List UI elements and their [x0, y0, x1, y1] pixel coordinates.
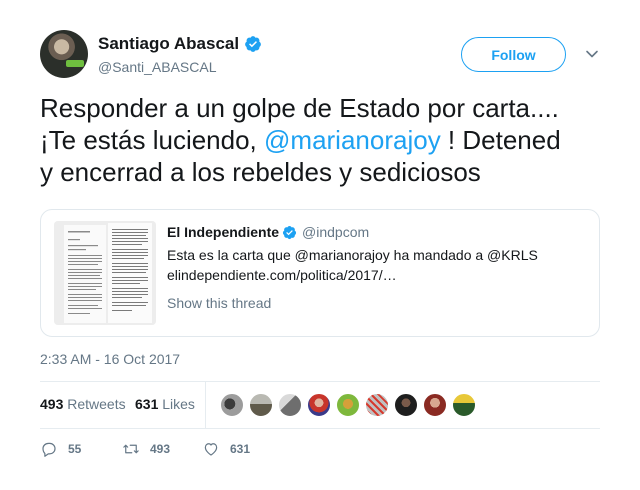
stats-separator — [205, 382, 206, 428]
reply-count: 55 — [68, 442, 82, 456]
heart-icon — [204, 443, 218, 456]
quoted-author-handle[interactable]: @indpcom — [302, 224, 369, 240]
liker-avatar-icon[interactable] — [394, 393, 418, 417]
likes-stat[interactable]: 631 Likes — [135, 396, 195, 412]
chevron-down-icon[interactable] — [585, 47, 599, 61]
verified-badge-icon — [245, 36, 261, 52]
tweet-text-line: ¡Te estás luciendo, @marianorajoy ! Dete… — [40, 124, 605, 156]
tweet-text-segment: ¡Te estás luciendo, — [40, 125, 265, 155]
mention-link[interactable]: @marianorajoy — [264, 125, 441, 155]
tweet-timestamp[interactable]: 2:33 AM - 16 Oct 2017 — [40, 351, 180, 367]
tweet-actions: 55 493 631 — [40, 440, 600, 462]
reply-button[interactable]: 55 — [40, 440, 81, 458]
quoted-text-line: Esta es la carta que @marianorajoy ha ma… — [167, 247, 538, 263]
quoted-tweet-body: El Independiente @indpcom Esta es la car… — [167, 222, 587, 311]
like-count: 631 — [230, 442, 251, 456]
author-info: Santiago Abascal @Santi_ABASCAL — [98, 32, 262, 75]
document-image-icon — [54, 221, 156, 325]
tweet-text-line: y encerrad a los rebeldes y sediciosos — [40, 157, 481, 187]
liker-avatar-icon[interactable] — [336, 393, 360, 417]
retweet-button[interactable]: 493 — [122, 440, 170, 458]
liker-avatar-icon[interactable] — [365, 393, 389, 417]
retweets-stat[interactable]: 493 Retweets — [40, 396, 126, 412]
liker-avatar-icon[interactable] — [220, 393, 244, 417]
show-thread-link[interactable]: Show this thread — [167, 295, 587, 311]
reply-icon — [42, 442, 56, 457]
tweet-text: Responder a un golpe de Estado por carta… — [40, 92, 605, 188]
retweet-icon — [123, 444, 139, 454]
quoted-tweet[interactable]: El Independiente @indpcom Esta es la car… — [40, 209, 600, 337]
tweet-text-segment: ! Detened — [440, 125, 561, 155]
liker-avatars — [220, 393, 481, 417]
quoted-text-line: elindependiente.com/politica/2017/… — [167, 267, 397, 283]
liker-avatar-icon[interactable] — [423, 393, 447, 417]
liker-avatar-icon[interactable] — [249, 393, 273, 417]
liker-avatar-icon[interactable] — [307, 393, 331, 417]
follow-button[interactable]: Follow — [461, 37, 566, 72]
liker-avatar-icon[interactable] — [452, 393, 476, 417]
liker-avatar-icon[interactable] — [278, 393, 302, 417]
divider — [40, 428, 600, 429]
letter-thumbnail[interactable] — [54, 221, 156, 325]
tweet-text-line: Responder a un golpe de Estado por carta… — [40, 93, 559, 123]
quoted-author-name[interactable]: El Independiente — [167, 224, 279, 240]
author-handle[interactable]: @Santi_ABASCAL — [98, 59, 262, 75]
retweet-count: 493 — [150, 442, 171, 456]
retweets-count: 493 — [40, 396, 64, 412]
author-avatar[interactable] — [40, 30, 88, 78]
quoted-tweet-text: Esta es la carta que @marianorajoy ha ma… — [167, 245, 587, 285]
author-name[interactable]: Santiago Abascal — [98, 34, 239, 54]
likes-count: 631 — [135, 396, 159, 412]
verified-badge-icon — [282, 225, 297, 239]
retweets-label: Retweets — [67, 396, 126, 412]
tweet-header: Santiago Abascal @Santi_ABASCAL Follow — [40, 30, 600, 80]
likes-label: Likes — [162, 396, 195, 412]
like-button[interactable]: 631 — [202, 440, 250, 458]
tweet-stats: 493 Retweets 631 Likes — [40, 382, 600, 428]
